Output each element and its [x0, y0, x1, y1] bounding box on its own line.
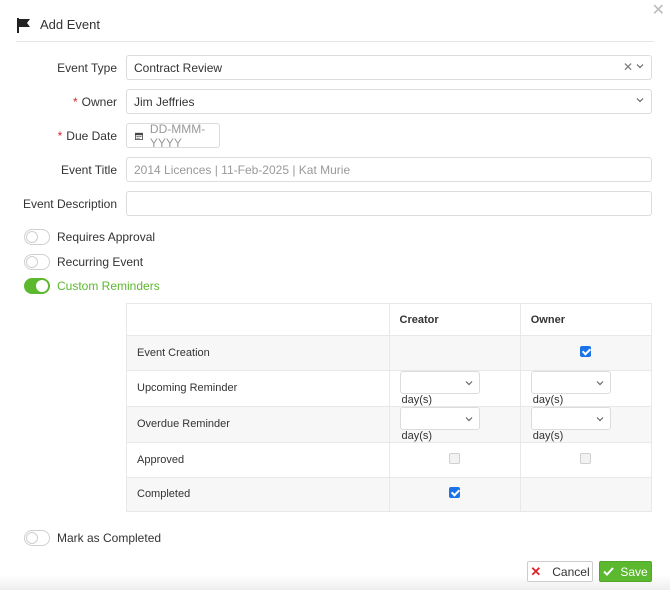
save-button[interactable]: Save [599, 561, 652, 582]
table-row: Overdue Reminder day(s) day(s) [126, 405, 653, 443]
row-label: Completed [126, 476, 390, 513]
event-type-value: Contract Review [134, 60, 223, 75]
owner-cell: day(s) [519, 405, 653, 443]
owner-select[interactable]: Jim Jeffries [126, 89, 652, 114]
table-row: Completed [126, 476, 653, 513]
days-label: day(s) [532, 429, 564, 442]
creator-cell [388, 476, 521, 513]
cancel-label: Cancel [552, 564, 590, 579]
owner-cell [519, 441, 653, 478]
due-date-row: * Due Date [0, 123, 670, 148]
flag-icon [17, 18, 30, 33]
due-date-field[interactable]: DD-MMM-YYYY [126, 121, 220, 150]
table-row: Upcoming Reminder day(s) day(s) [126, 369, 653, 407]
toggle-knob [26, 231, 38, 243]
approved-owner-checkbox[interactable] [580, 452, 592, 464]
dialog-title: Add Event [40, 17, 100, 32]
creator-cell [388, 335, 521, 371]
chevron-down-icon [596, 380, 604, 386]
mark-completed-label: Mark as Completed [57, 531, 162, 545]
creator-cell: day(s) [388, 369, 521, 407]
custom-reminders-toggle-row: Custom Reminders [24, 278, 160, 294]
due-date-label-text: Due Date [66, 128, 117, 143]
event-type-select[interactable]: Contract Review ✕ [126, 55, 652, 80]
days-label: day(s) [401, 393, 433, 406]
table-row: Event Creation [126, 335, 653, 371]
table-row: Approved [126, 441, 653, 478]
calendar-icon [135, 132, 143, 140]
toggle-knob [26, 256, 38, 268]
completed-creator-checkbox[interactable] [449, 487, 461, 499]
owner-label: * Owner [0, 95, 117, 109]
custom-reminders-toggle[interactable] [24, 278, 50, 294]
chevron-down-icon [636, 98, 644, 103]
toggle-knob [26, 532, 38, 544]
event-title-placeholder: 2014 Licences | 11-Feb-2025 | Kat Murie [134, 162, 351, 177]
recurring-event-toggle-row: Recurring Event [24, 254, 143, 270]
table-header-blank [126, 303, 390, 336]
save-label: Save [620, 564, 648, 579]
custom-reminders-label: Custom Reminders [57, 279, 160, 293]
row-label: Event Creation [126, 335, 390, 371]
close-icon: ✕ [530, 563, 542, 579]
reminders-table: Creator Owner Event Creation Upcoming Re… [126, 303, 653, 513]
overdue-owner-days-select[interactable] [530, 406, 611, 430]
event-title-label: Event Title [60, 162, 117, 177]
due-date-placeholder: DD-MMM-YYYY [149, 121, 206, 150]
required-mark: * [72, 94, 78, 109]
creator-cell [388, 441, 521, 478]
days-label: day(s) [401, 429, 433, 442]
chevron-down-icon [596, 416, 604, 422]
required-mark: * [57, 128, 63, 143]
clear-icon[interactable]: ✕ [623, 60, 633, 74]
owner-value: Jim Jeffries [134, 94, 195, 109]
event-type-label: Event Type [57, 60, 117, 75]
table-header-creator: Creator [388, 303, 521, 336]
requires-approval-toggle[interactable] [24, 229, 50, 245]
upcoming-owner-days-select[interactable] [530, 370, 611, 394]
event-title-input[interactable]: 2014 Licences | 11-Feb-2025 | Kat Murie [126, 157, 652, 182]
table-header-owner: Owner [519, 303, 653, 336]
mark-completed-toggle-row: Mark as Completed [24, 530, 161, 546]
mark-completed-toggle[interactable] [24, 530, 50, 546]
days-label: day(s) [532, 393, 564, 406]
owner-cell: day(s) [519, 369, 653, 407]
recurring-event-label: Recurring Event [57, 255, 144, 269]
row-label: Upcoming Reminder [126, 369, 390, 407]
row-label: Approved [126, 441, 390, 478]
creator-cell: day(s) [388, 405, 521, 443]
due-date-label: * Due Date [0, 129, 117, 143]
approved-creator-checkbox[interactable] [449, 452, 461, 464]
row-label: Overdue Reminder [126, 405, 390, 443]
event-description-label: Event Description [22, 196, 117, 211]
requires-approval-label: Requires Approval [57, 230, 156, 244]
check-icon [603, 567, 615, 576]
toggle-knob [36, 280, 48, 292]
upcoming-creator-days-select[interactable] [399, 370, 480, 394]
dialog-header: Add Event [16, 12, 654, 42]
owner-label-text: Owner [81, 94, 117, 109]
chevron-down-icon [636, 64, 644, 69]
chevron-down-icon [465, 416, 472, 422]
requires-approval-toggle-row: Requires Approval [24, 229, 155, 245]
table-header-row: Creator Owner [126, 303, 653, 336]
event-creation-owner-checkbox[interactable] [580, 345, 592, 357]
owner-cell [519, 476, 653, 513]
cancel-button[interactable]: ✕ Cancel [527, 561, 593, 582]
close-icon[interactable]: ✕ [652, 3, 665, 19]
chevron-down-icon [465, 380, 472, 386]
overdue-creator-days-select[interactable] [399, 406, 480, 430]
recurring-event-toggle[interactable] [24, 254, 50, 270]
owner-cell [519, 335, 653, 371]
event-description-input[interactable] [126, 191, 652, 216]
